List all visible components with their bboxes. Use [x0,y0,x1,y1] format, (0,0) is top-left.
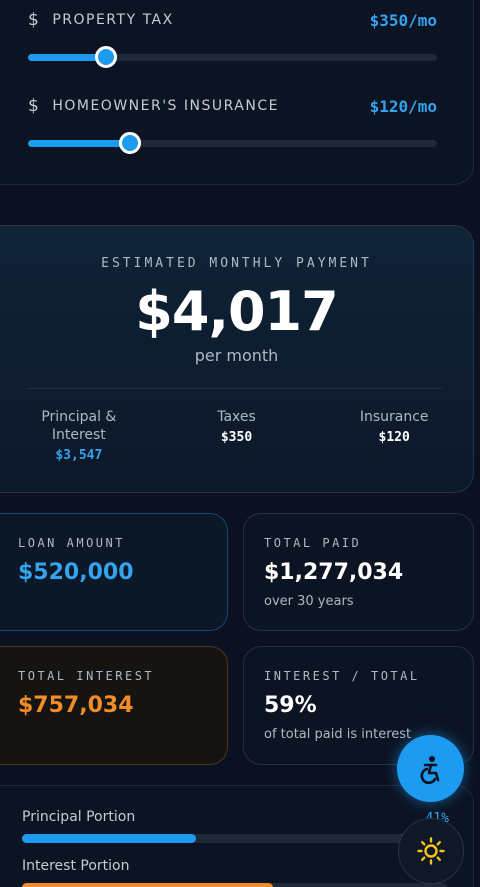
payment-title: ESTIMATED MONTHLY PAYMENT [101,256,372,271]
property-tax-value: $350/mo [369,10,437,30]
dollar-icon: $ [28,96,41,116]
insurance-slider-row: $ HOMEOWNER'S INSURANCE $120/mo [28,96,437,154]
breakdown-value: $3,547 [55,448,103,463]
property-tax-slider[interactable] [28,46,437,68]
total-paid-label: TOTAL PAID [264,536,362,550]
interest-ratio-label: INTEREST / TOTAL [264,669,420,683]
interest-portion-fill [22,883,273,887]
insurance-value: $120/mo [369,96,437,116]
payment-amount: $4,017 [135,280,338,343]
accessibility-button[interactable] [397,735,464,802]
monthly-payment-card: ESTIMATED MONTHLY PAYMENT $4,017 per mon… [0,225,474,493]
dollar-icon: $ [28,10,41,30]
total-interest-value: $757,034 [18,693,134,718]
total-paid-card: TOTAL PAID $1,277,034 over 30 years [243,513,474,631]
breakdown-label: Insurance [359,409,429,425]
slider-thumb[interactable] [94,46,117,68]
loan-amount-value: $520,000 [18,560,134,585]
principal-portion-fill [22,834,197,843]
breakdown-label: Taxes [217,409,256,425]
breakdown-label: Principal & Interest [41,409,117,443]
breakdown-principal-interest: Principal & Interest $3,547 [0,408,158,463]
insurance-slider[interactable] [28,132,437,154]
total-interest-label: TOTAL INTEREST [18,669,155,683]
interest-ratio-value: 59% [264,693,317,718]
theme-toggle-button[interactable] [398,818,464,884]
property-tax-label: PROPERTY TAX [52,12,174,28]
interest-ratio-note: of total paid is interest [264,727,412,742]
loan-amount-label: LOAN AMOUNT [18,536,125,550]
breakdown-value: $120 [378,430,410,445]
sun-icon [417,837,445,865]
cost-sliders-card: $ PROPERTY TAX $350/mo $ HOMEOWNER'S INS… [0,0,474,185]
divider [26,388,443,389]
payment-breakdown: Principal & Interest $3,547 Taxes $350 I… [0,408,473,463]
insurance-label: HOMEOWNER'S INSURANCE [52,98,279,114]
principal-portion-bar [22,834,447,843]
total-paid-note: over 30 years [264,594,354,609]
principal-portion-label: Principal Portion [22,809,136,825]
total-paid-value: $1,277,034 [264,560,404,585]
loan-amount-card: LOAN AMOUNT $520,000 [0,513,228,631]
breakdown-insurance: Insurance $120 [315,408,473,463]
payment-period: per month [194,346,279,365]
interest-portion-bar [22,883,447,887]
accessibility-icon [420,755,439,784]
breakdown-value: $350 [220,430,253,445]
slider-fill [28,140,131,147]
total-interest-card: TOTAL INTEREST $757,034 [0,646,228,765]
breakdown-taxes: Taxes $350 [158,408,316,463]
interest-portion-label: Interest Portion [22,858,130,874]
slider-thumb[interactable] [119,132,142,154]
property-tax-slider-row: $ PROPERTY TAX $350/mo [28,10,437,68]
